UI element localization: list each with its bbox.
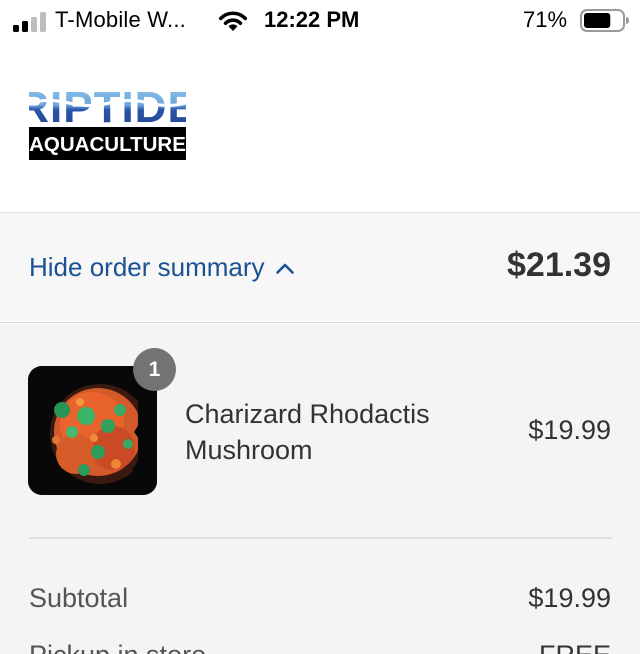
order-total: $21.39: [507, 246, 611, 284]
subtotal-value: $19.99: [528, 583, 611, 613]
signal-icon: [13, 12, 46, 32]
battery-percentage: 71%: [523, 7, 568, 32]
order-summary-panel: 1 Charizard Rhodactis Mushroom $19.99 Su…: [0, 324, 640, 654]
wifi-icon: [219, 11, 247, 31]
quantity-badge: 1: [133, 348, 176, 391]
status-time: 12:22 PM: [264, 7, 360, 32]
order-summary-toggle-bar: Hide order summary $21.39: [0, 213, 640, 323]
logo-subtitle: AQUACULTURE: [29, 133, 186, 156]
product-name: Charizard Rhodactis Mushroom: [185, 399, 430, 465]
chevron-up-icon: [275, 263, 294, 274]
product-price: $19.99: [528, 415, 611, 445]
hide-order-summary-toggle[interactable]: Hide order summary: [29, 252, 295, 283]
toggle-label: Hide order summary: [29, 252, 265, 282]
riptide-aquaculture-logo[interactable]: RIPTIDE AQUACULTURE: [29, 81, 186, 163]
coral-image: [28, 366, 157, 495]
battery-icon: [580, 9, 629, 32]
logo-wordmark: RIPTIDE: [29, 83, 186, 132]
divider: [29, 537, 612, 539]
carrier-name: T-Mobile W...: [55, 7, 186, 32]
status-bar: T-Mobile W... 12:22 PM 71%: [0, 0, 640, 44]
shipping-method-label: Pickup in store: [29, 640, 206, 654]
store-header: RIPTIDE AQUACULTURE: [0, 44, 640, 213]
subtotal-label: Subtotal: [29, 583, 129, 613]
product-thumbnail: [28, 366, 157, 495]
shipping-cost-value: FREE: [539, 640, 611, 654]
